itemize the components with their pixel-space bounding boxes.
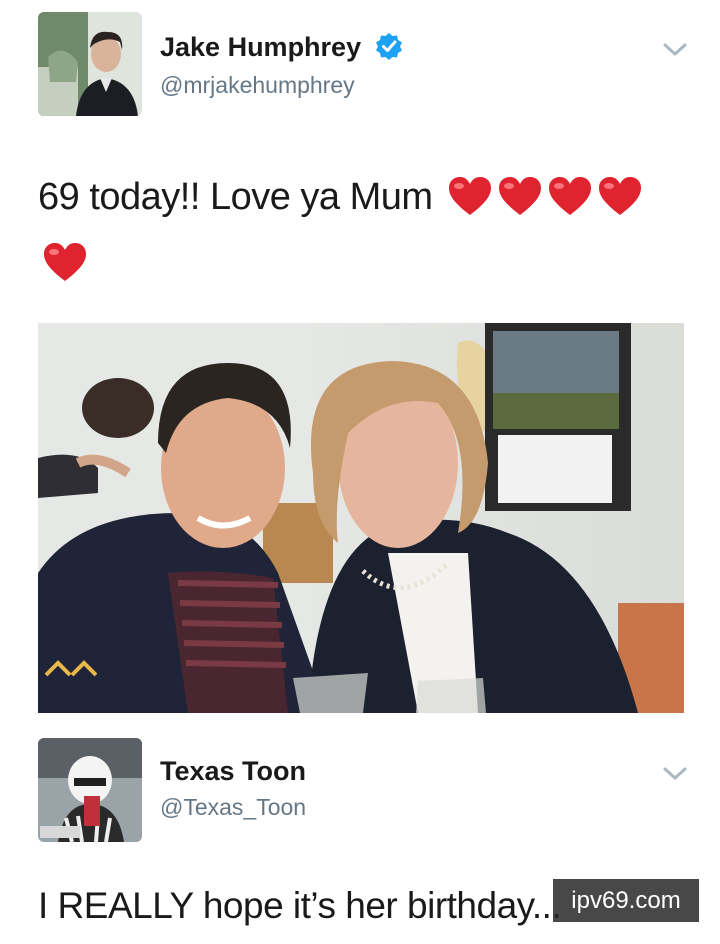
heart-icon bbox=[548, 177, 591, 215]
tweet-text-content: 69 today!! Love ya Mum bbox=[38, 176, 433, 218]
author-handle[interactable]: @mrjakehumphrey bbox=[160, 72, 355, 99]
heart-icon bbox=[498, 177, 541, 215]
reply-author-name[interactable]: Texas Toon bbox=[160, 756, 306, 787]
verified-badge-icon bbox=[375, 33, 402, 60]
author-name[interactable]: Jake Humphrey bbox=[160, 32, 403, 63]
heart-icon bbox=[44, 243, 86, 281]
reply-header: Texas Toon @Texas_Toon bbox=[0, 738, 720, 848]
tweet-text: 69 today!! Love ya Mum bbox=[38, 164, 688, 296]
tweet-photo[interactable] bbox=[38, 323, 684, 713]
avatar-photo bbox=[38, 12, 142, 116]
reply-text: I REALLY hope it’s her birthday... bbox=[38, 885, 562, 926]
heart-icon bbox=[598, 177, 641, 215]
watermark: ipv69.com bbox=[553, 879, 699, 922]
avatar[interactable] bbox=[38, 12, 142, 116]
tweet-header: Jake Humphrey @mrjakehumphrey bbox=[0, 12, 720, 122]
chevron-down-icon[interactable] bbox=[662, 766, 688, 782]
chevron-down-icon[interactable] bbox=[662, 42, 688, 58]
reply-avatar[interactable] bbox=[38, 738, 142, 842]
reply-author-handle[interactable]: @Texas_Toon bbox=[160, 794, 306, 821]
reply-avatar-photo bbox=[38, 738, 142, 842]
tweet-photo-image bbox=[38, 323, 684, 713]
heart-icon bbox=[448, 177, 491, 215]
author-name-text[interactable]: Jake Humphrey bbox=[160, 32, 361, 62]
